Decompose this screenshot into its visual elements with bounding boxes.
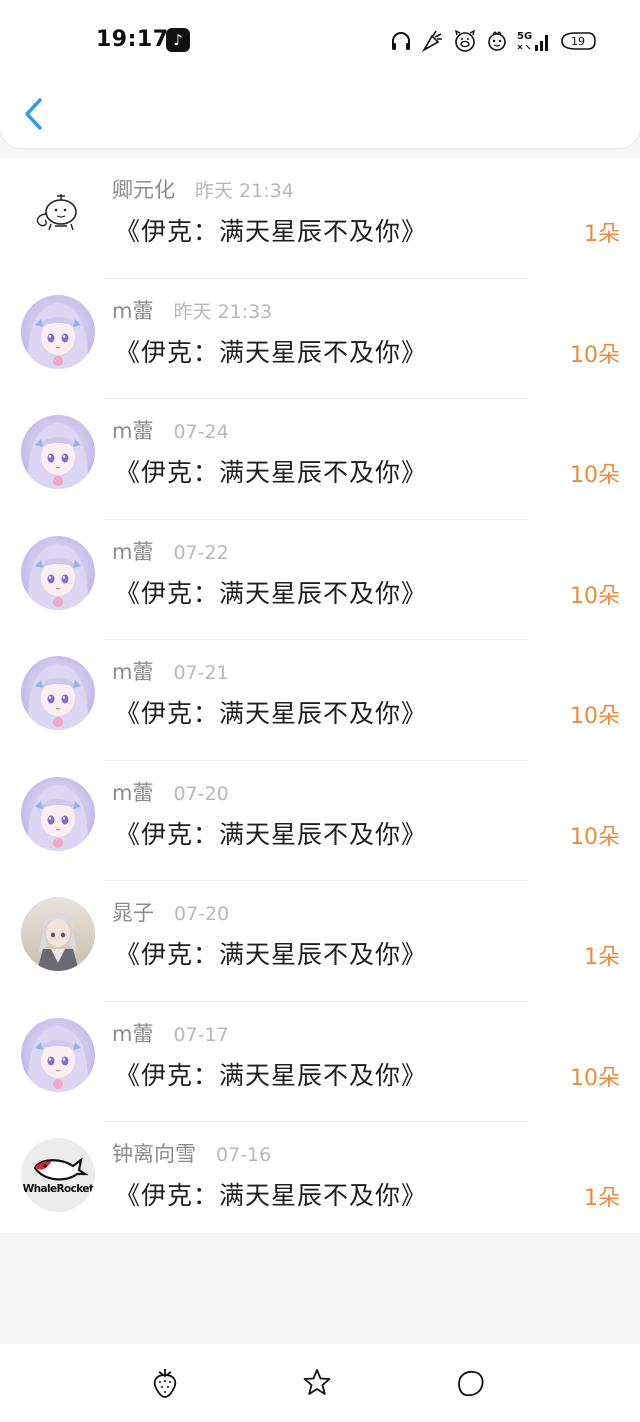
battery-icon: 19 <box>561 32 596 50</box>
strawberry-icon[interactable] <box>148 1366 182 1400</box>
flower-count: 10朵 <box>570 824 620 850</box>
name-line: 晁子 07-20 <box>112 897 229 927</box>
gift-title: 《伊克：满天星辰不及你》 <box>115 337 428 367</box>
flower-count: 10朵 <box>570 342 620 368</box>
name-line: m蕾 昨天 21:33 <box>112 295 272 325</box>
name-line: m蕾 07-20 <box>112 777 229 807</box>
signal-5g-icon: 5G <box>517 31 548 51</box>
flower-count: 1朵 <box>584 945 620 970</box>
gift-title: 《伊克：满天星辰不及你》 <box>115 1060 428 1090</box>
gift-record-row[interactable]: m蕾 昨天 21:33 《伊克：满天星辰不及你》 10朵 <box>0 279 640 399</box>
user-name[interactable]: m蕾 <box>112 656 153 686</box>
timestamp: 07-22 <box>173 541 229 564</box>
user-name[interactable]: m蕾 <box>112 536 153 566</box>
star-icon[interactable] <box>300 1366 334 1400</box>
gift-record-row[interactable]: m蕾 07-24 《伊克：满天星辰不及你》 10朵 <box>0 399 640 520</box>
flower-count: 1朵 <box>584 222 620 247</box>
user-avatar[interactable] <box>21 294 95 369</box>
name-line: m蕾 07-21 <box>112 656 229 686</box>
gift-record-list: 卿元化 昨天 21:34 《伊克：满天星辰不及你》 1朵 m蕾 昨天 21:33… <box>0 158 640 1233</box>
battery-level: 19 <box>571 35 585 48</box>
gift-record-row[interactable]: m蕾 07-21 《伊克：满天星辰不及你》 10朵 <box>0 640 640 761</box>
user-avatar[interactable] <box>21 776 95 851</box>
gift-title: 《伊克：满天星辰不及你》 <box>115 1181 428 1210</box>
timestamp: 07-20 <box>174 903 230 925</box>
name-line: 钟离向雪 07-16 <box>112 1138 271 1168</box>
user-avatar[interactable] <box>21 656 95 730</box>
gift-title: 《伊克：满天星辰不及你》 <box>115 458 428 487</box>
back-button[interactable] <box>16 94 52 134</box>
user-avatar[interactable] <box>21 897 95 971</box>
user-name[interactable]: 钟离向雪 <box>112 1138 196 1168</box>
bottom-nav <box>0 1344 640 1422</box>
timestamp: 07-24 <box>173 421 229 443</box>
gift-title: 《伊克：满天星辰不及你》 <box>115 940 428 969</box>
gift-record-row[interactable]: WhaleRocket 钟离向雪 07-16 《伊克：满天星辰不及你》 1朵 <box>0 1122 640 1243</box>
status-icons: 5G 19 <box>390 28 598 54</box>
svg-text:WhaleRocket: WhaleRocket <box>23 1183 94 1195</box>
user-avatar[interactable] <box>21 535 95 610</box>
timestamp: 昨天 21:34 <box>195 180 294 202</box>
timestamp: 07-20 <box>173 782 229 805</box>
gift-title: 《伊克：满天星辰不及你》 <box>115 217 428 246</box>
user-name[interactable]: m蕾 <box>112 295 153 325</box>
cookie-icon <box>488 31 506 51</box>
gift-record-row[interactable]: 卿元化 昨天 21:34 《伊克：满天星辰不及你》 1朵 <box>0 158 640 279</box>
name-line: m蕾 07-22 <box>112 536 229 566</box>
network-type-label: 5G <box>517 31 532 42</box>
name-line: m蕾 07-24 <box>112 415 229 445</box>
status-bar: 19:17 ♪ 5G 19 <box>0 0 640 80</box>
flower-count: 10朵 <box>570 463 620 488</box>
user-avatar[interactable]: WhaleRocket <box>21 1138 95 1212</box>
user-avatar[interactable] <box>21 1017 95 1092</box>
flower-count: 10朵 <box>570 1065 620 1091</box>
timestamp: 07-21 <box>173 662 229 684</box>
bubble-icon[interactable] <box>453 1366 487 1400</box>
pig-icon <box>454 29 476 52</box>
user-name[interactable]: m蕾 <box>112 415 153 445</box>
user-name[interactable]: 卿元化 <box>112 174 175 204</box>
gift-record-row[interactable]: m蕾 07-20 《伊克：满天星辰不及你》 10朵 <box>0 761 640 881</box>
timestamp: 昨天 21:33 <box>173 300 273 323</box>
headphones-icon <box>392 32 410 50</box>
top-header <box>0 76 640 148</box>
chevron-left-icon <box>25 98 42 130</box>
timestamp: 07-17 <box>173 1023 229 1046</box>
gift-title: 《伊克：满天星辰不及你》 <box>115 819 428 849</box>
flower-count: 1朵 <box>584 1186 620 1211</box>
gift-record-row[interactable]: m蕾 07-17 《伊克：满天星辰不及你》 10朵 <box>0 1002 640 1122</box>
gift-title: 《伊克：满天星辰不及你》 <box>115 699 428 728</box>
tiktok-icon: ♪ <box>166 28 190 52</box>
status-time: 19:17 <box>96 27 169 52</box>
name-line: m蕾 07-17 <box>112 1018 229 1048</box>
user-avatar[interactable] <box>21 415 95 489</box>
user-avatar[interactable] <box>21 174 95 248</box>
gift-record-row[interactable]: 晁子 07-20 《伊克：满天星辰不及你》 1朵 <box>0 881 640 1002</box>
gift-record-row[interactable]: m蕾 07-22 《伊克：满天星辰不及你》 10朵 <box>0 520 640 640</box>
user-name[interactable]: m蕾 <box>112 777 153 807</box>
carrot-icon <box>421 30 442 52</box>
user-name[interactable]: m蕾 <box>112 1018 153 1048</box>
name-line: 卿元化 昨天 21:34 <box>112 174 294 204</box>
flower-count: 10朵 <box>570 704 620 729</box>
gift-title: 《伊克：满天星辰不及你》 <box>115 578 428 608</box>
user-name[interactable]: 晁子 <box>112 897 154 927</box>
timestamp: 07-16 <box>216 1144 272 1166</box>
flower-count: 10朵 <box>570 583 620 609</box>
